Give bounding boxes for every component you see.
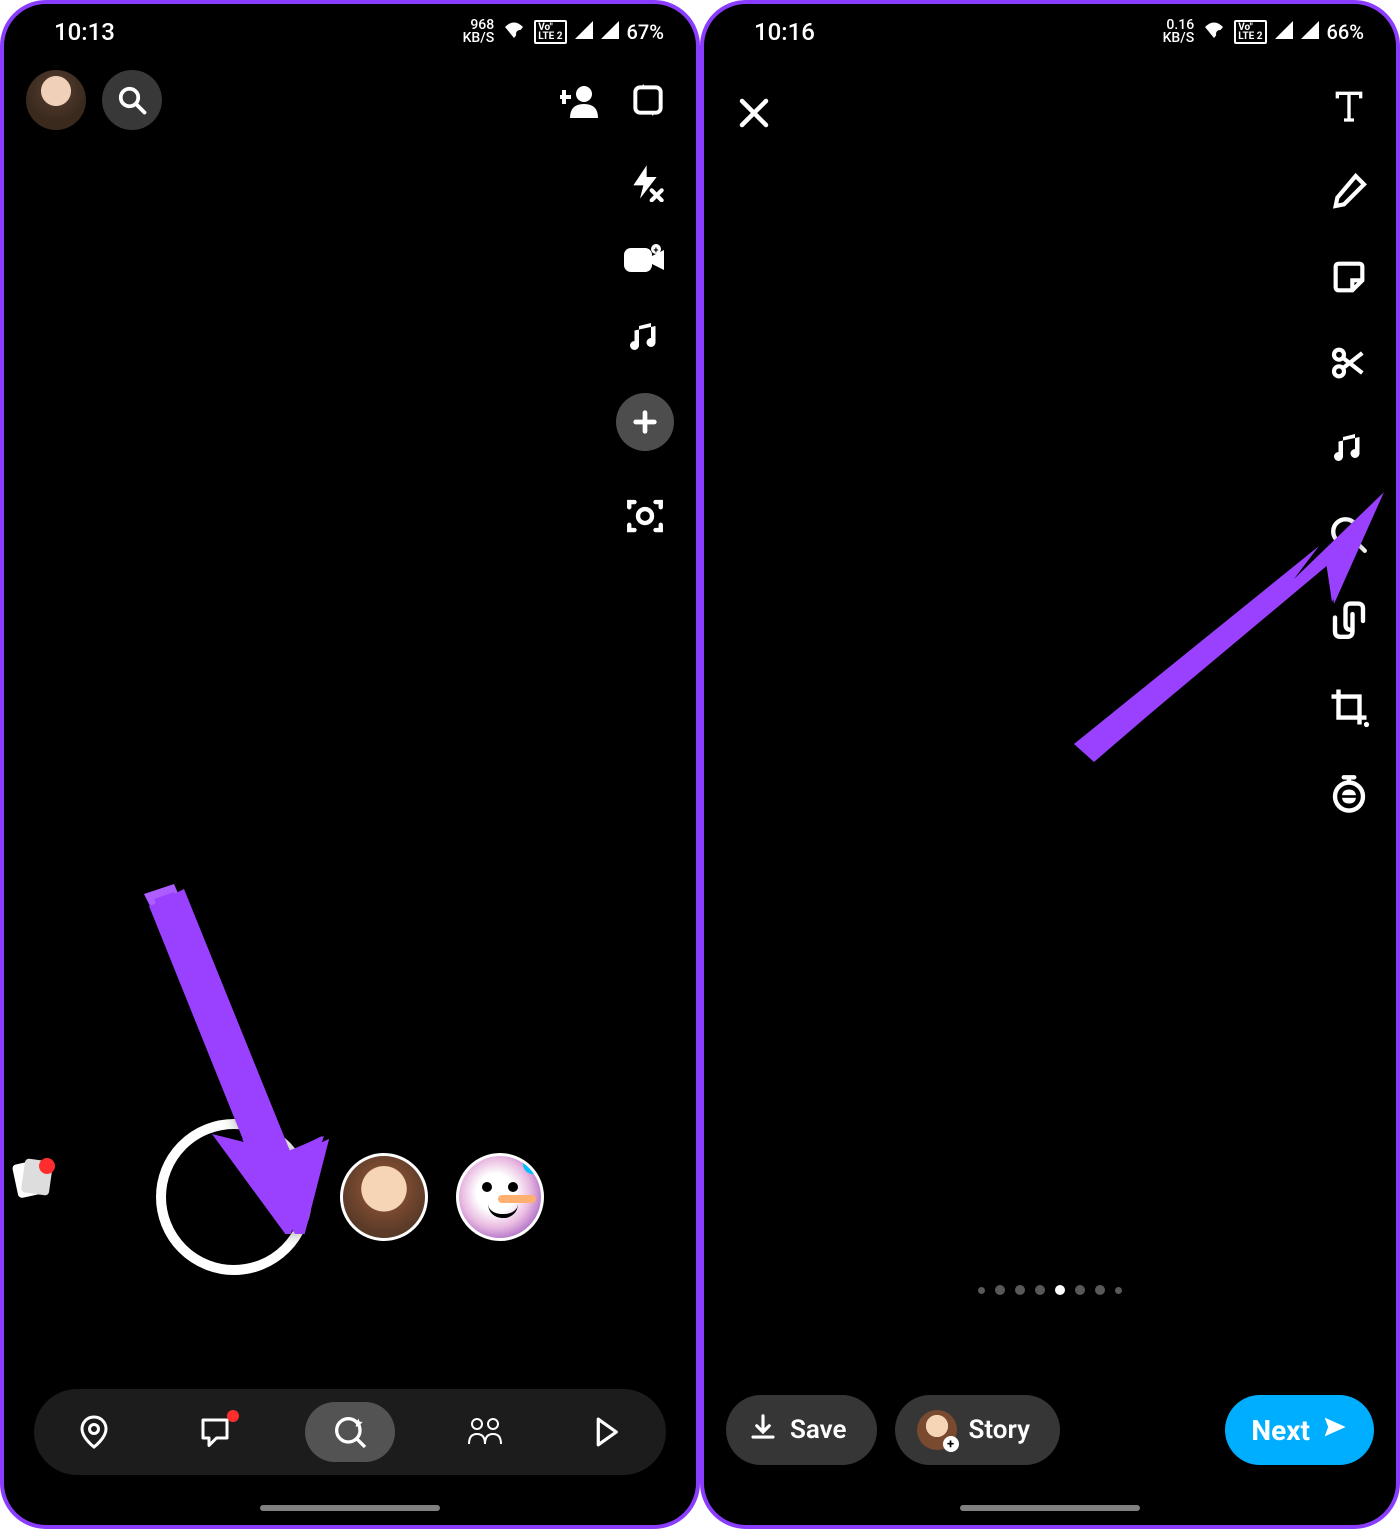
scissors-tool[interactable] xyxy=(1326,340,1372,386)
profile-avatar[interactable] xyxy=(26,70,86,130)
add-friend-button[interactable] xyxy=(554,74,606,126)
home-indicator xyxy=(960,1505,1140,1511)
status-bar: 10:13 968 KB/S Vo" LTE 2 67% xyxy=(4,4,696,60)
video-button[interactable]: + xyxy=(622,237,668,283)
save-button[interactable]: Save xyxy=(726,1395,877,1465)
nav-camera[interactable] xyxy=(305,1402,395,1462)
page-dot xyxy=(1015,1285,1025,1295)
send-bar: Save Story Next xyxy=(726,1395,1374,1465)
lens-option-1[interactable]: ✦ xyxy=(340,1153,428,1241)
nav-map[interactable] xyxy=(64,1402,124,1462)
magic-tool[interactable] xyxy=(1326,512,1372,558)
draw-tool[interactable] xyxy=(1326,168,1372,214)
crop-tool[interactable] xyxy=(1326,684,1372,730)
page-dot-active xyxy=(1055,1285,1065,1295)
status-bar: 10:16 0.16 KB/S Vo" LTE 2 66% xyxy=(704,4,1396,60)
home-indicator xyxy=(260,1505,440,1511)
nav-chat[interactable] xyxy=(185,1402,245,1462)
next-label: Next xyxy=(1251,1414,1310,1447)
link-tool[interactable] xyxy=(1326,598,1372,644)
next-button[interactable]: Next xyxy=(1225,1395,1374,1465)
camera-tools: + xyxy=(616,159,674,539)
filter-pagination xyxy=(978,1285,1122,1295)
story-button[interactable]: Story xyxy=(895,1395,1061,1465)
story-avatar-icon xyxy=(917,1410,957,1450)
sparkle-icon: ✦ xyxy=(407,1153,428,1174)
lens-option-2[interactable] xyxy=(456,1153,544,1241)
notification-dot xyxy=(227,1410,239,1422)
more-tools-button[interactable] xyxy=(616,393,674,451)
page-dot xyxy=(1075,1285,1085,1295)
page-dot xyxy=(995,1285,1005,1295)
music-button[interactable] xyxy=(622,315,668,361)
page-dot xyxy=(1115,1287,1122,1294)
lte-badge: Vo" LTE 2 xyxy=(1234,20,1266,44)
signal-icon-2 xyxy=(601,20,619,44)
nav-spotlight[interactable] xyxy=(576,1402,636,1462)
battery-text: 66% xyxy=(1327,20,1364,44)
clock: 10:16 xyxy=(754,18,815,46)
flash-button[interactable] xyxy=(622,159,668,205)
music-tool[interactable] xyxy=(1326,426,1372,472)
signal-icon-2 xyxy=(1301,20,1319,44)
timer-tool[interactable] xyxy=(1326,770,1372,816)
new-indicator xyxy=(523,1154,543,1174)
page-dot xyxy=(1035,1285,1045,1295)
search-button[interactable] xyxy=(102,70,162,130)
capture-button[interactable] xyxy=(156,1119,312,1275)
sticker-tool[interactable] xyxy=(1326,254,1372,300)
send-icon xyxy=(1320,1413,1348,1448)
download-icon xyxy=(748,1412,778,1449)
camera-top-row xyxy=(4,60,696,140)
camera-screen: 10:13 968 KB/S Vo" LTE 2 67% xyxy=(0,0,700,1529)
close-button[interactable] xyxy=(736,94,772,141)
editor-screen: 10:16 0.16 KB/S Vo" LTE 2 66% xyxy=(700,0,1400,1529)
signal-icon-1 xyxy=(1275,20,1293,44)
network-speed: 968 KB/S xyxy=(463,19,495,44)
wifi-icon xyxy=(502,20,526,45)
wifi-icon xyxy=(1202,20,1226,45)
lte-badge: Vo" LTE 2 xyxy=(534,20,566,44)
story-label: Story xyxy=(969,1415,1031,1445)
bottom-nav xyxy=(34,1389,666,1475)
flip-camera-button[interactable] xyxy=(622,74,674,126)
capture-area: ✦ xyxy=(4,1119,696,1275)
svg-text:+: + xyxy=(654,246,659,256)
battery-text: 67% xyxy=(627,20,664,44)
page-dot xyxy=(1095,1285,1105,1295)
signal-icon-1 xyxy=(575,20,593,44)
clock: 10:13 xyxy=(54,18,115,46)
network-speed: 0.16 KB/S xyxy=(1163,19,1195,44)
page-dot xyxy=(978,1287,985,1294)
save-label: Save xyxy=(790,1415,847,1445)
scan-button[interactable] xyxy=(622,493,668,539)
nav-stories[interactable] xyxy=(455,1402,515,1462)
text-tool[interactable] xyxy=(1326,82,1372,128)
editor-tools xyxy=(1326,82,1372,816)
